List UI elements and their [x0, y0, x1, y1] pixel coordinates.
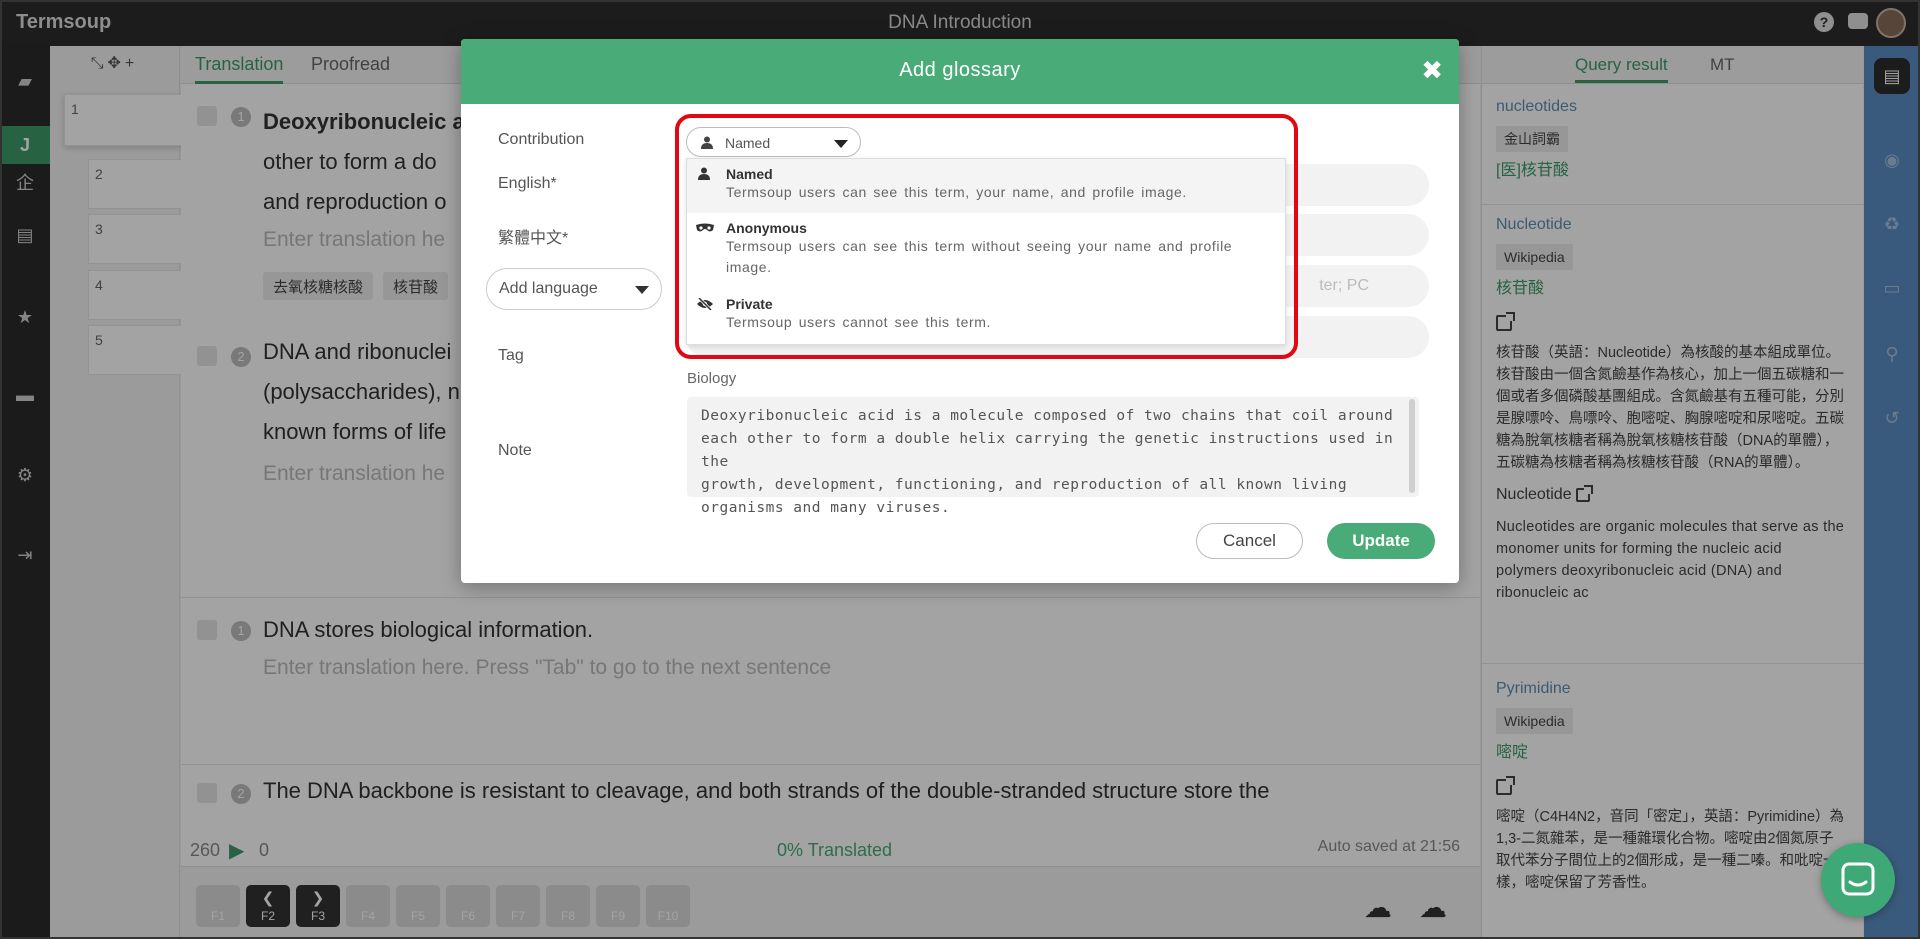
person-icon: [698, 167, 710, 180]
tag-group-name: Biology: [687, 370, 737, 387]
note-line: growth, development, functioning, and re…: [701, 477, 1348, 493]
chat-bubble-icon: [1841, 862, 1875, 896]
note-label: Note: [498, 442, 532, 459]
english-label: English*: [498, 175, 557, 192]
close-icon[interactable]: ✖: [1421, 55, 1443, 86]
note-textarea[interactable]: Deoxyribonucleic acid is a molecule comp…: [687, 397, 1419, 516]
chevron-down-icon: [834, 140, 848, 148]
add-language-select[interactable]: Add language: [486, 268, 662, 310]
option-desc: Termsoup users cannot see this term.: [726, 314, 992, 330]
contribution-label: Contribution: [498, 131, 585, 148]
scrollbar[interactable]: [1409, 399, 1415, 493]
contribution-select[interactable]: Named: [686, 127, 861, 157]
note-line: each other to form a double helix carryi…: [701, 431, 1394, 470]
dialog-title: Add glossary: [899, 59, 1021, 81]
tag-label: Tag: [498, 347, 524, 364]
contribution-selected: Named: [725, 135, 771, 151]
chinese-label: 繁體中文*: [498, 230, 569, 247]
option-private[interactable]: Private Termsoup users cannot see this t…: [687, 289, 1285, 344]
chevron-down-icon: [635, 286, 649, 294]
option-desc: Termsoup users can see this term without…: [726, 238, 1233, 275]
option-desc: Termsoup users can see this term, your n…: [726, 184, 1187, 200]
contribution-menu: Named Termsoup users can see this term, …: [686, 158, 1286, 345]
option-anonymous[interactable]: Anonymous Termsoup users can see this te…: [687, 213, 1285, 289]
person-icon: [701, 136, 713, 149]
option-title: Anonymous: [726, 220, 807, 236]
option-title: Named: [726, 166, 773, 182]
option-title: Private: [726, 296, 773, 312]
cancel-button[interactable]: Cancel: [1196, 523, 1303, 559]
note-line: organisms and many viruses.: [701, 500, 951, 516]
chat-launcher-button[interactable]: [1821, 843, 1895, 917]
note-line: Deoxyribonucleic acid is a molecule comp…: [701, 408, 1394, 424]
option-named[interactable]: Named Termsoup users can see this term, …: [687, 159, 1285, 213]
eye-slash-icon: [697, 298, 713, 310]
dialog-header: Add glossary ✖: [461, 39, 1459, 104]
update-button[interactable]: Update: [1327, 523, 1435, 559]
language-field-hint: ter; PC: [1319, 277, 1369, 294]
mask-icon: [696, 223, 714, 232]
add-language-label: Add language: [499, 280, 598, 297]
